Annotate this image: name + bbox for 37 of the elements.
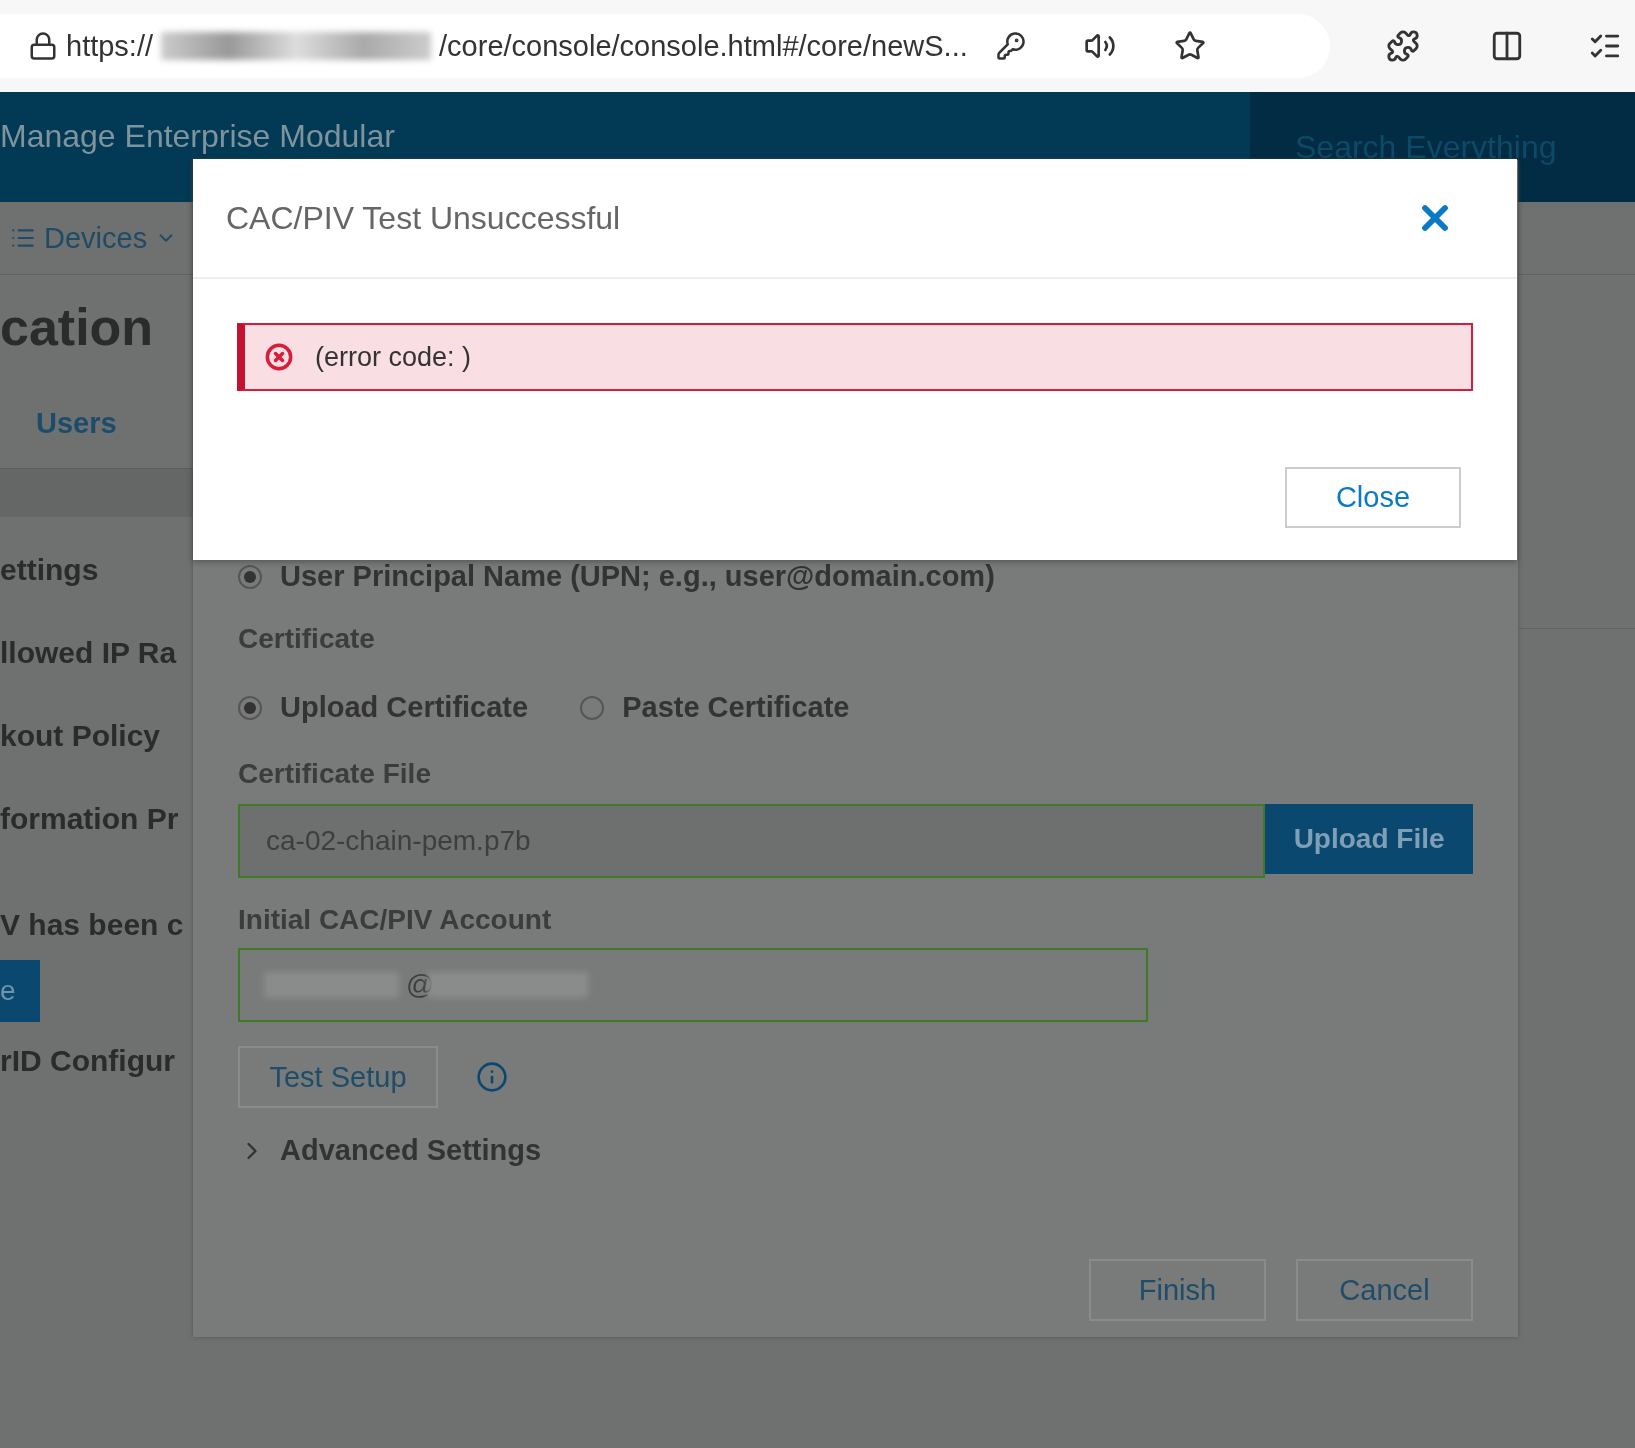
- menu-item[interactable]: ettings: [0, 553, 193, 587]
- address-bar[interactable]: https:// /core/console/console.html#/core/newS...: [0, 14, 1330, 78]
- field-label: Initial CAC/PIV Account: [238, 904, 553, 936]
- footer-button[interactable]: Finish: [1089, 1259, 1266, 1321]
- field-label: Certificate File: [238, 758, 432, 790]
- users-link[interactable]: Users: [36, 407, 117, 440]
- radio-option[interactable]: Paste Certificate: [580, 691, 850, 724]
- status-text: V has been c: [0, 908, 185, 942]
- test-setup-button[interactable]: Test Setup: [238, 1046, 438, 1108]
- radio-button[interactable]: [580, 695, 605, 720]
- section-title: rID Configur: [0, 1044, 176, 1078]
- devices-menu[interactable]: Devices: [10, 221, 178, 255]
- menu-item[interactable]: kout Policy: [0, 719, 193, 753]
- app-title: Manage Enterprise Modular: [0, 118, 396, 155]
- radio-option[interactable]: User Principal Name (UPN; e.g., user@domain.com): [238, 560, 995, 593]
- url-text: /core/console/console.html#/core/newS...: [439, 29, 968, 63]
- star-icon[interactable]: [1173, 30, 1206, 62]
- page-heading: cation: [0, 297, 155, 357]
- radio-button[interactable]: [238, 695, 262, 720]
- menu-item[interactable]: formation Pr: [0, 802, 193, 836]
- radio-option[interactable]: Upload Certificate: [238, 691, 529, 724]
- lock-icon: [28, 31, 58, 61]
- url-text: https://: [66, 29, 154, 63]
- error-icon: [265, 343, 293, 371]
- action-button[interactable]: e: [0, 960, 40, 1022]
- menu-item[interactable]: llowed IP Ra: [0, 636, 193, 670]
- key-icon[interactable]: [995, 31, 1026, 61]
- upload-file-button[interactable]: Upload File: [1265, 804, 1473, 874]
- close-button[interactable]: Close: [1285, 467, 1461, 528]
- error-message: (error code: ): [315, 341, 472, 373]
- dialog-title: CAC/PIV Test Unsuccessful: [226, 199, 621, 237]
- field-label: Certificate: [238, 623, 376, 655]
- puzzle-icon[interactable]: [1386, 29, 1420, 63]
- split-screen-icon[interactable]: [1490, 29, 1524, 63]
- advanced-settings-toggle[interactable]: Advanced Settings: [238, 1134, 542, 1167]
- footer-button[interactable]: Cancel: [1296, 1259, 1473, 1321]
- radio-button[interactable]: [238, 564, 262, 589]
